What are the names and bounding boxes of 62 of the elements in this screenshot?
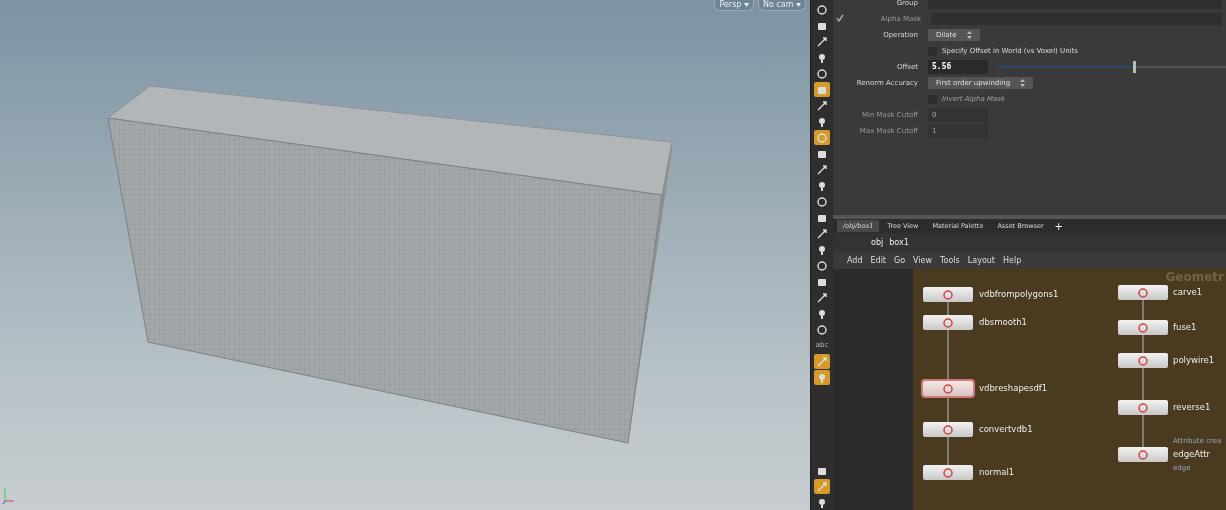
- tool-icon[interactable]: [814, 2, 830, 17]
- tool-icon[interactable]: [814, 258, 830, 273]
- spinner-arrows-icon: [1020, 79, 1026, 87]
- path-crumb[interactable]: box1: [889, 237, 909, 247]
- menu-item[interactable]: Add: [847, 255, 863, 265]
- node-tile[interactable]: [1118, 285, 1168, 300]
- caret-icon: [796, 3, 801, 7]
- node-icon: [943, 383, 953, 394]
- tool-icon[interactable]: [814, 66, 830, 81]
- menu-item[interactable]: Tools: [940, 255, 960, 265]
- node-icon: [943, 317, 953, 328]
- node-icon: [1138, 402, 1148, 413]
- path-crumb[interactable]: obj: [871, 237, 884, 247]
- connection-wire: [1142, 299, 1144, 321]
- spinner-arrows-icon: [966, 31, 972, 39]
- connection-wire: [1142, 367, 1144, 401]
- caret-icon: [743, 3, 749, 7]
- node-icon: [943, 289, 953, 300]
- node-name[interactable]: convertvdb1: [979, 424, 1033, 434]
- 3d-viewport[interactable]: Persp No cam: [0, 0, 810, 510]
- node-tile[interactable]: [923, 381, 973, 396]
- node-tile[interactable]: [1118, 400, 1168, 415]
- node-name[interactable]: vdbreshapesdf1: [979, 383, 1048, 393]
- connection-wire: [947, 301, 949, 316]
- menu-item[interactable]: Edit: [870, 255, 886, 265]
- camera-menu[interactable]: Persp: [714, 0, 754, 11]
- node-tile[interactable]: [1118, 320, 1168, 335]
- node-tile[interactable]: [1118, 353, 1168, 368]
- node-name[interactable]: dbsmooth1: [979, 317, 1028, 327]
- node-name[interactable]: reverse1: [1173, 402, 1211, 412]
- node-name[interactable]: edgeAttr: [1173, 449, 1211, 459]
- node-name[interactable]: carve1: [1173, 287, 1203, 297]
- node-icon: [1138, 287, 1148, 298]
- number-field[interactable]: 5.56: [928, 60, 988, 74]
- slider-handle[interactable]: [1132, 61, 1136, 73]
- connection-wire: [947, 436, 949, 466]
- connection-wire: [1142, 414, 1144, 448]
- node-tile[interactable]: [923, 465, 973, 480]
- node-name[interactable]: polywire1: [1173, 355, 1215, 365]
- tool-icon[interactable]: [814, 322, 830, 337]
- menu-item[interactable]: Help: [1003, 255, 1022, 265]
- node-name[interactable]: fuse1: [1173, 322, 1197, 332]
- camera-menu[interactable]: No cam: [757, 0, 806, 11]
- connection-wire: [947, 395, 949, 423]
- connection-wire: [1142, 334, 1144, 354]
- menu-item[interactable]: Layout: [967, 255, 995, 265]
- node-icon: [1138, 449, 1148, 460]
- node-tile[interactable]: [923, 287, 973, 302]
- tool-icon[interactable]: [814, 194, 830, 209]
- node-icon: [943, 424, 953, 435]
- node-tile[interactable]: [1118, 447, 1168, 462]
- node-name[interactable]: normal1: [979, 467, 1015, 477]
- menu-item[interactable]: View: [913, 255, 933, 265]
- add-tab-button[interactable]: +: [1051, 220, 1066, 232]
- node-icon: [943, 467, 953, 478]
- connection-wire: [947, 329, 949, 382]
- node-tile[interactable]: [923, 315, 973, 330]
- node-icon: [1138, 355, 1148, 366]
- menu-item[interactable]: Go: [894, 255, 906, 265]
- node-name[interactable]: vdbfrompolygons1: [979, 289, 1059, 299]
- node-tile[interactable]: [923, 422, 973, 437]
- node-icon: [1138, 322, 1148, 333]
